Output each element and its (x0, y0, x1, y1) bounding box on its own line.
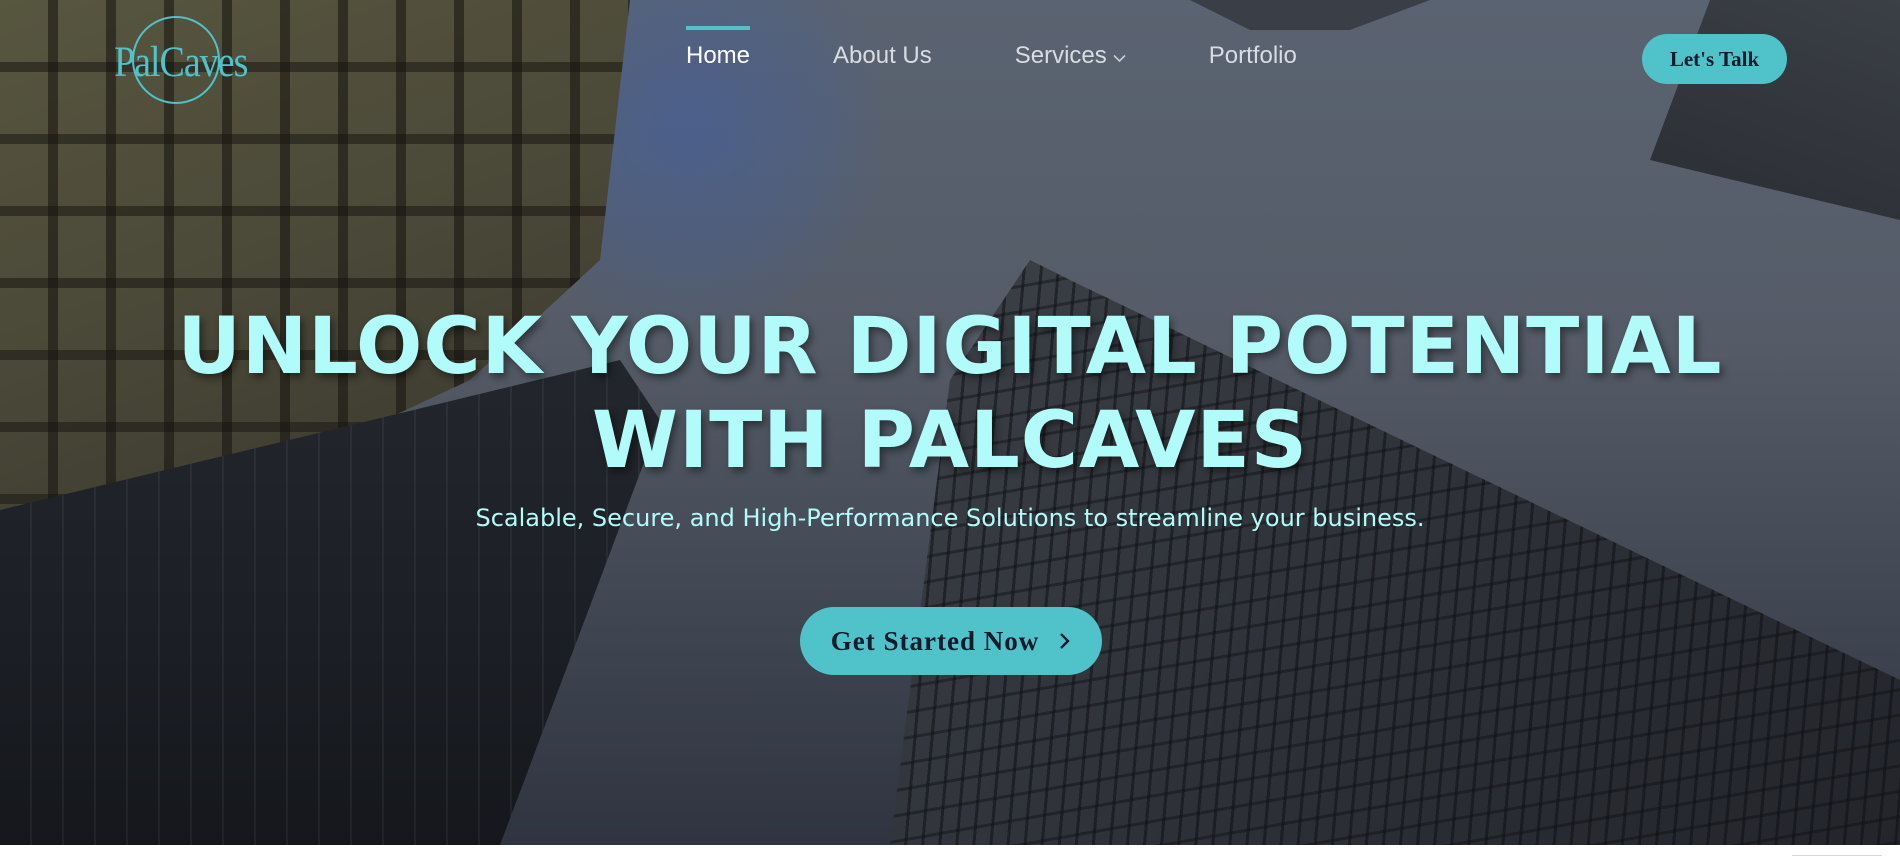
nav-item-home[interactable]: Home (686, 26, 751, 86)
hero-section: PalCaves Home About Us Services Portfoli… (0, 0, 1900, 845)
nav-item-label: Home (686, 42, 751, 69)
logo-text: PalCaves (114, 37, 248, 87)
chevron-down-icon (1113, 50, 1126, 66)
nav-item-label: About Us (833, 42, 932, 69)
logo[interactable]: PalCaves (114, 16, 248, 108)
lets-talk-button[interactable]: Let's Talk (1642, 34, 1787, 84)
hero-title: UNLOCK YOUR DIGITAL POTENTIAL WITH PALCA… (0, 300, 1900, 488)
chevron-right-icon (1059, 632, 1071, 650)
get-started-button[interactable]: Get Started Now (800, 607, 1102, 675)
hero-subtitle: Scalable, Secure, and High-Performance S… (475, 504, 1425, 532)
divider (1792, 855, 1882, 856)
hero-title-line-1: UNLOCK YOUR DIGITAL POTENTIAL (177, 302, 1723, 392)
nav-item-about-us[interactable]: About Us (833, 26, 932, 86)
nav-item-label: Services (1014, 42, 1107, 69)
main-nav: Home About Us Services Portfolio (686, 26, 1380, 86)
hero-title-line-2: WITH PALCAVES (592, 396, 1308, 486)
site-header: PalCaves Home About Us Services Portfoli… (0, 0, 1900, 120)
get-started-label: Get Started Now (830, 625, 1040, 656)
nav-item-label: Portfolio (1208, 42, 1297, 69)
nav-item-portfolio[interactable]: Portfolio (1209, 26, 1297, 86)
page-below-hero (0, 845, 1900, 859)
nav-item-services[interactable]: Services (1015, 26, 1126, 86)
